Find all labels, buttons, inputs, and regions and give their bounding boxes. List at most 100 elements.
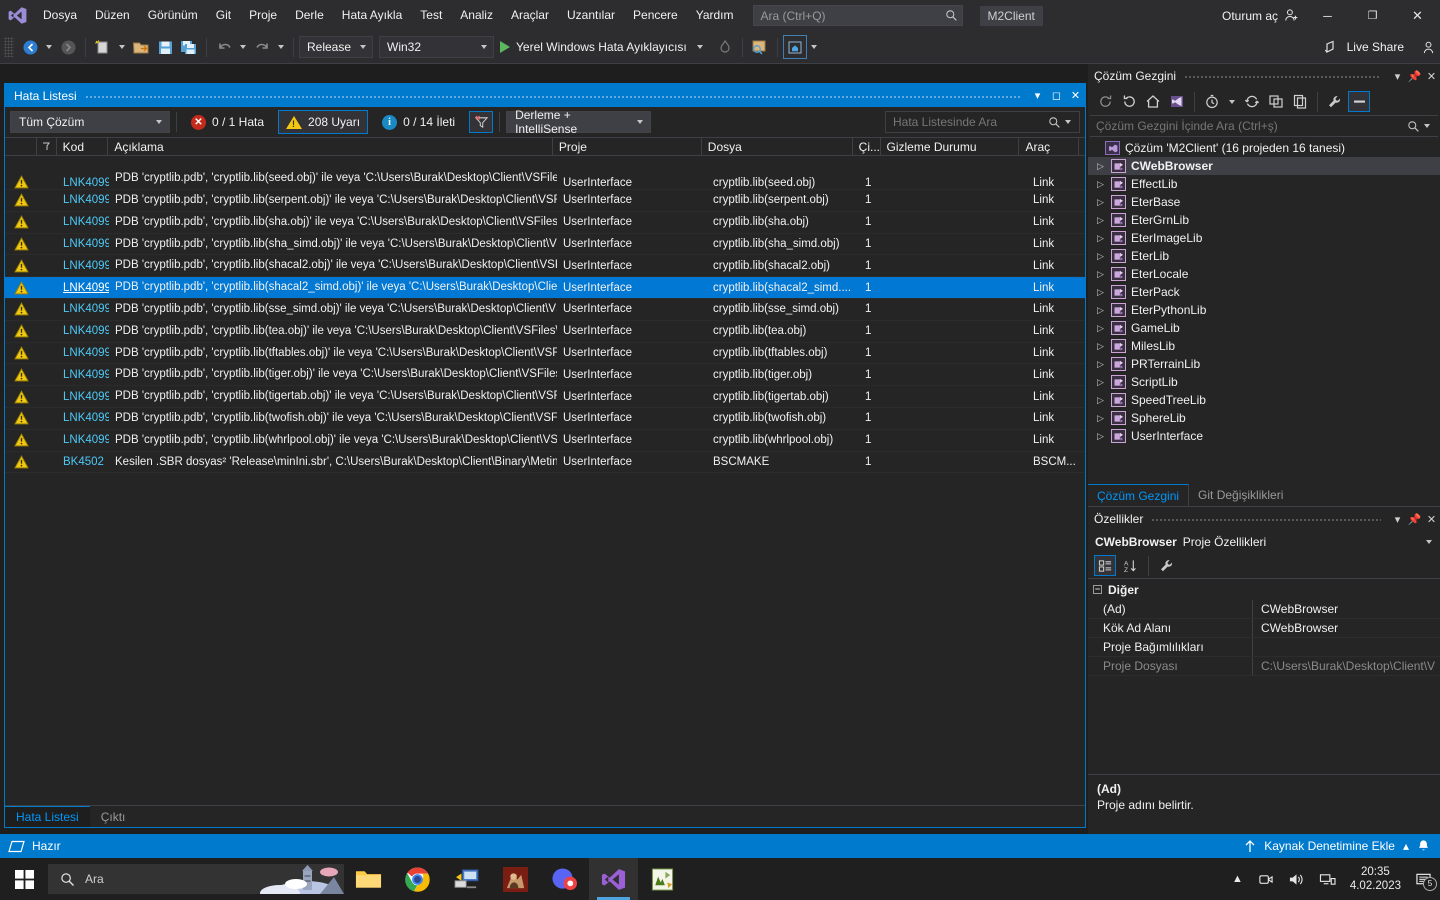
tray-volume-icon[interactable] — [1288, 872, 1305, 887]
toolbar-grip[interactable] — [4, 37, 14, 57]
table-row[interactable]: LNK4099PDB 'cryptlib.pdb', 'cryptlib.lib… — [5, 408, 1085, 430]
solution-configuration-combo[interactable]: Release — [299, 36, 373, 58]
taskbar-app-file-explorer[interactable] — [344, 858, 393, 900]
project-node-eterimagelib[interactable]: ▷EterImageLib — [1088, 229, 1440, 247]
row-pin-cell[interactable] — [37, 190, 57, 211]
build-filter-combo[interactable]: Derleme + IntelliSense — [506, 111, 651, 133]
row-code[interactable]: LNK4099 — [57, 343, 109, 364]
table-row[interactable]: LNK4099PDB 'cryptlib.pdb', 'cryptlib.lib… — [5, 299, 1085, 321]
column-header-gizleme-durumu[interactable]: Gizleme Durumu — [881, 138, 1020, 155]
properties-grid[interactable]: − Diğer (Ad)CWebBrowserKök Ad AlanıCWebB… — [1088, 579, 1440, 774]
project-node-eterpack[interactable]: ▷EterPack — [1088, 283, 1440, 301]
row-code[interactable]: LNK4099 — [57, 255, 109, 276]
home-button[interactable] — [1142, 91, 1164, 112]
notification-center-button[interactable]: 5 — [1415, 872, 1432, 887]
live-share-button[interactable]: Live Share — [1324, 40, 1440, 55]
tab-cikti[interactable]: Çıktı — [90, 806, 137, 827]
row-code[interactable]: LNK4099 — [57, 190, 109, 211]
expand-chevron-icon[interactable]: ▷ — [1097, 377, 1111, 388]
start-debug-button[interactable]: Yerel Windows Hata Ayıklayıcısı — [494, 35, 713, 59]
menu-item-hata-ayikla[interactable]: Hata Ayıkla — [333, 0, 411, 31]
table-row[interactable]: LNK4099PDB 'cryptlib.pdb', 'cryptlib.lib… — [5, 156, 1085, 190]
back-button[interactable] — [1094, 91, 1116, 112]
menu-item-git[interactable]: Git — [207, 0, 240, 31]
row-code[interactable]: LNK4099 — [57, 177, 109, 189]
search-options-icon[interactable] — [1424, 124, 1430, 128]
chevron-down-icon[interactable] — [1229, 100, 1235, 104]
project-node-eterpythonlib[interactable]: ▷EterPythonLib — [1088, 301, 1440, 319]
restore-button[interactable]: ❐ — [1350, 0, 1395, 31]
row-code[interactable]: LNK4099 — [57, 212, 109, 233]
row-pin-cell[interactable] — [37, 430, 57, 451]
clear-filter-button[interactable] — [469, 111, 493, 133]
row-pin-cell[interactable] — [37, 364, 57, 385]
error-list-dropdown-icon[interactable]: ▾ — [1028, 89, 1047, 102]
show-all-files-button[interactable] — [1289, 91, 1311, 112]
menu-item-pencere[interactable]: Pencere — [624, 0, 687, 31]
solution-tree[interactable]: Çözüm 'M2Client' (16 projeden 16 tanesi)… — [1088, 137, 1440, 484]
column-header-proje[interactable]: Proje — [553, 138, 702, 155]
project-node-eterbase[interactable]: ▷EterBase — [1088, 193, 1440, 211]
taskbar-app-discord[interactable] — [540, 858, 589, 900]
tab-cozum-gezgini[interactable]: Çözüm Gezgini — [1088, 484, 1189, 506]
new-project-dropdown-icon[interactable] — [119, 45, 125, 49]
project-node-etergrnlib[interactable]: ▷EterGrnLib — [1088, 211, 1440, 229]
error-list-maximize-icon[interactable]: ◻ — [1047, 89, 1066, 102]
forward-button[interactable] — [1118, 91, 1140, 112]
expand-chevron-icon[interactable]: ▷ — [1097, 197, 1111, 208]
row-pin-cell[interactable] — [37, 408, 57, 429]
menu-item-yardim[interactable]: Yardım — [687, 0, 743, 31]
property-row[interactable]: Proje DosyasıC:\Users\Burak\Desktop\Clie… — [1088, 657, 1440, 676]
table-row[interactable]: LNK4099PDB 'cryptlib.pdb', 'cryptlib.lib… — [5, 190, 1085, 212]
navigate-backward-dropdown-icon[interactable] — [46, 45, 52, 49]
account-share-icon[interactable] — [1421, 40, 1436, 55]
taskbar-clock[interactable]: 20:35 4.02.2023 — [1350, 865, 1401, 893]
error-list-titlebar[interactable]: Hata Listesi ▾ ◻ ✕ — [5, 84, 1085, 107]
expand-chevron-icon[interactable]: ▷ — [1097, 359, 1111, 370]
notifications-icon[interactable] — [1417, 839, 1430, 853]
navigate-forward-button[interactable] — [56, 35, 80, 59]
undo-dropdown-icon[interactable] — [240, 45, 246, 49]
property-pages-button[interactable] — [1156, 555, 1178, 576]
taskbar-app-chrome[interactable] — [393, 858, 442, 900]
new-project-button[interactable] — [91, 35, 115, 59]
toolbar-overflow-icon[interactable] — [811, 45, 817, 49]
collapse-icon[interactable]: − — [1093, 585, 1102, 594]
row-code[interactable]: LNK4099 — [57, 321, 109, 342]
expand-chevron-icon[interactable]: ▷ — [1097, 395, 1111, 406]
taskbar-app-visual-studio[interactable] — [589, 858, 638, 900]
row-code[interactable]: LNK4099 — [57, 430, 109, 451]
row-pin-cell[interactable] — [37, 255, 57, 276]
table-row[interactable]: LNK4099PDB 'cryptlib.pdb', 'cryptlib.lib… — [5, 277, 1085, 299]
project-node-cwebbrowser[interactable]: ▷CWebBrowser — [1088, 157, 1440, 175]
menu-item-dosya[interactable]: Dosya — [34, 0, 86, 31]
collapse-all-button[interactable] — [1265, 91, 1287, 112]
select-element-button[interactable] — [748, 35, 772, 59]
column-header-dosya[interactable]: Dosya — [702, 138, 853, 155]
minimize-button[interactable]: ─ — [1305, 0, 1350, 31]
expand-chevron-icon[interactable]: ▷ — [1097, 233, 1111, 244]
row-code[interactable]: LNK4099 — [57, 364, 109, 385]
menu-item-uzantilar[interactable]: Uzantılar — [558, 0, 624, 31]
menu-item-gorunum[interactable]: Görünüm — [139, 0, 207, 31]
row-pin-cell[interactable] — [37, 234, 57, 255]
menu-item-araclar[interactable]: Araçlar — [502, 0, 558, 31]
project-node-gamelib[interactable]: ▷GameLib — [1088, 319, 1440, 337]
sign-in-button[interactable]: Oturum aç — [1216, 8, 1305, 23]
undo-button[interactable] — [212, 35, 236, 59]
menu-item-derle[interactable]: Derle — [286, 0, 333, 31]
table-row[interactable]: LNK4099PDB 'cryptlib.pdb', 'cryptlib.lib… — [5, 255, 1085, 277]
save-all-button[interactable] — [177, 35, 201, 59]
hot-reload-button[interactable] — [713, 35, 737, 59]
expand-chevron-icon[interactable]: ▷ — [1097, 269, 1111, 280]
project-node-scriptlib[interactable]: ▷ScriptLib — [1088, 373, 1440, 391]
solution-icon-button[interactable] — [1166, 91, 1188, 112]
home-page-button[interactable] — [783, 35, 807, 59]
redo-dropdown-icon[interactable] — [278, 45, 284, 49]
row-pin-cell[interactable] — [37, 212, 57, 233]
column-header-pin[interactable] — [37, 138, 57, 155]
errors-filter-button[interactable]: ✕ 0 / 1 Hata — [183, 110, 272, 134]
properties-button[interactable] — [1324, 91, 1346, 112]
solution-explorer-dropdown-icon[interactable]: ▾ — [1389, 70, 1406, 83]
menu-item-proje[interactable]: Proje — [240, 0, 286, 31]
